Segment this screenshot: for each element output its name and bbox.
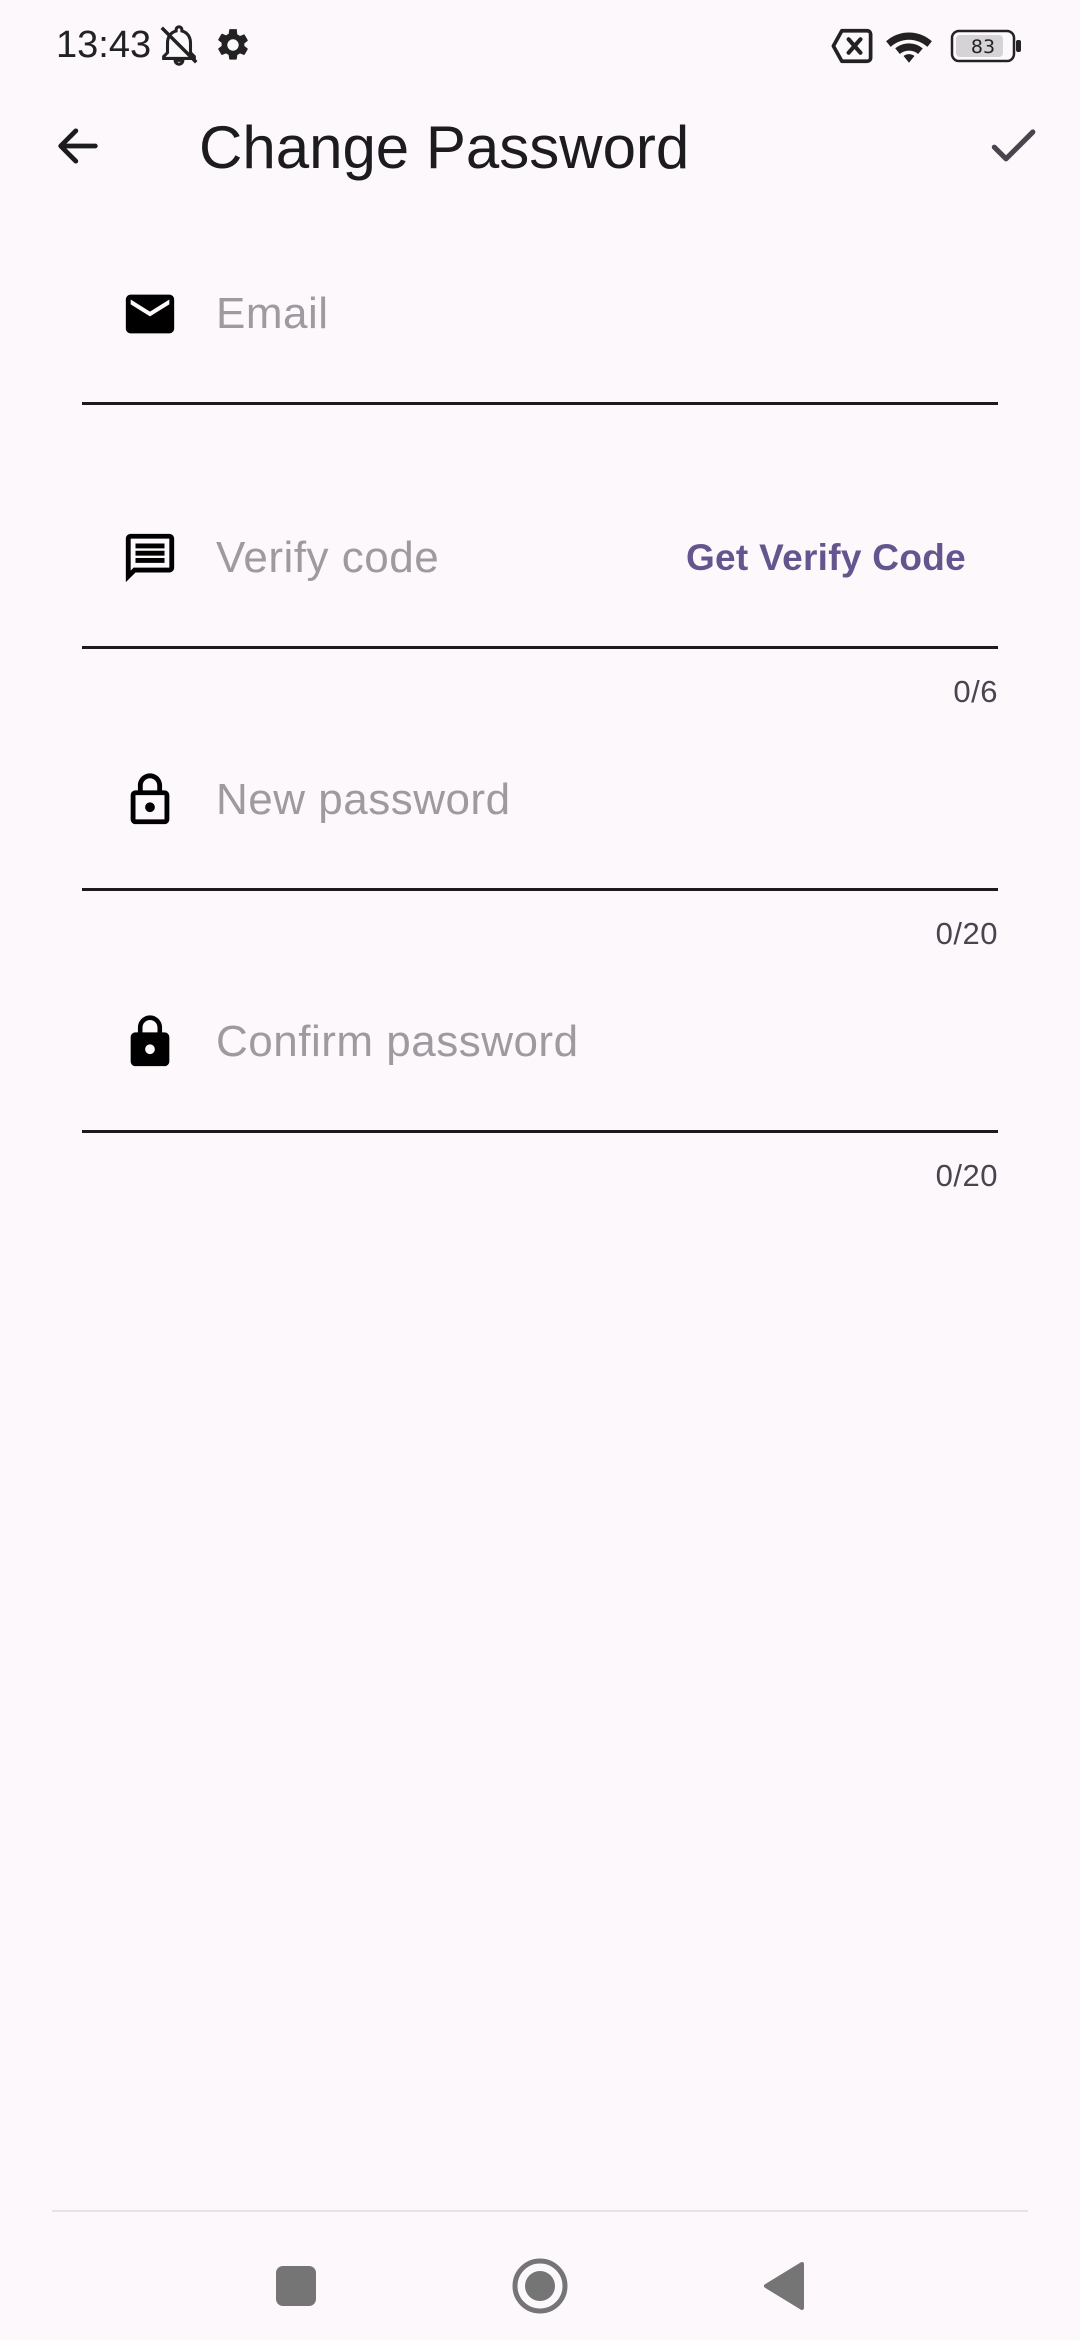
nav-back-button[interactable]: [744, 2248, 824, 2328]
status-time: 13:43: [56, 24, 152, 66]
lock-filled-icon: [118, 1010, 182, 1074]
nav-divider: [52, 2210, 1028, 2212]
confirm-password-field[interactable]: [82, 1010, 998, 1133]
email-input[interactable]: [216, 282, 776, 346]
new-password-counter: 0/20: [935, 916, 998, 951]
bell-off-icon: [156, 22, 202, 73]
arrow-left-icon: [52, 120, 104, 177]
new-password-field[interactable]: [82, 768, 998, 891]
message-icon: [118, 526, 182, 590]
mail-icon: [118, 282, 182, 346]
verify-code-counter: 0/6: [953, 674, 998, 709]
back-triangle-icon: [760, 2260, 808, 2317]
svg-text:83: 83: [971, 36, 995, 58]
new-password-input[interactable]: [216, 768, 776, 832]
get-verify-code-button[interactable]: Get Verify Code: [686, 526, 966, 590]
app-bar: Change Password: [0, 96, 1080, 200]
home-button[interactable]: [500, 2248, 580, 2328]
lock-outline-icon: [118, 768, 182, 832]
gear-icon: [214, 26, 252, 69]
wifi-icon: [884, 24, 934, 71]
status-bar: 13:43 83: [0, 0, 1080, 96]
change-password-screen: 13:43 83 Change Password Email Verify co…: [0, 0, 1080, 2340]
check-icon: [985, 118, 1041, 179]
back-button[interactable]: [40, 110, 116, 186]
home-circle-icon: [510, 2256, 570, 2321]
page-title: Change Password: [199, 114, 690, 181]
recents-button[interactable]: [256, 2248, 336, 2328]
recents-square-icon: [274, 2264, 318, 2313]
email-field[interactable]: [82, 282, 998, 405]
confirm-password-counter: 0/20: [935, 1158, 998, 1193]
battery-icon: 83: [950, 28, 1022, 69]
confirm-password-input[interactable]: [216, 1010, 776, 1074]
confirm-button[interactable]: [975, 110, 1051, 186]
verify-code-field[interactable]: Get Verify Code: [82, 526, 998, 649]
no-sim-icon: [830, 26, 874, 71]
verify-code-input[interactable]: [216, 526, 716, 590]
